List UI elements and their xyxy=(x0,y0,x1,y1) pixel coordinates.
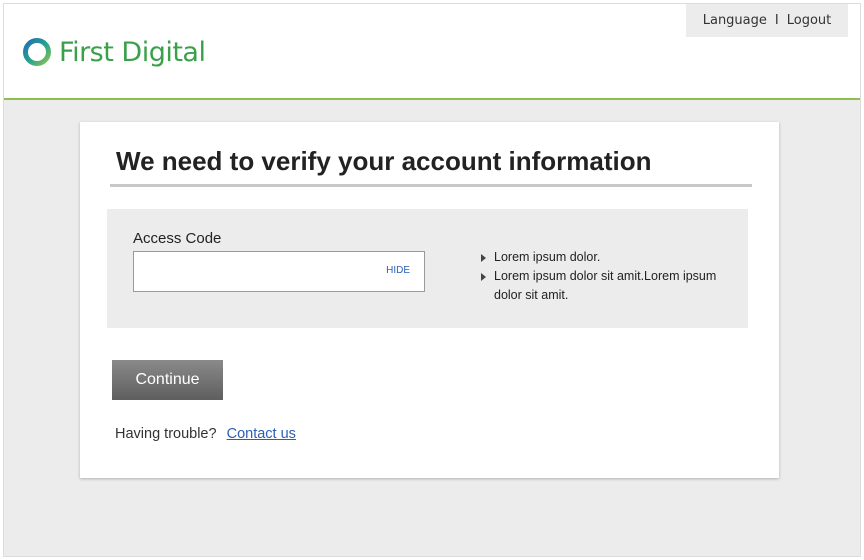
logo-ring-icon xyxy=(23,38,51,66)
continue-button[interactable]: Continue xyxy=(112,360,223,400)
tip-text: Lorem ipsum dolor. xyxy=(494,250,601,264)
contact-us-link[interactable]: Contact us xyxy=(227,426,296,442)
bullet-triangle-icon xyxy=(481,273,486,281)
list-item: Lorem ipsum dolor. xyxy=(480,248,720,267)
title-divider xyxy=(110,184,752,187)
hide-toggle-button[interactable]: HIDE xyxy=(386,265,410,276)
tip-text: Lorem ipsum dolor sit amit.Lorem ipsum d… xyxy=(494,269,717,302)
bullet-triangle-icon xyxy=(481,254,486,262)
language-link[interactable]: Language xyxy=(703,13,767,28)
page-frame: First Digital Language I Logout We need … xyxy=(3,3,861,557)
verification-card: We need to verify your account informati… xyxy=(80,122,779,478)
help-line: Having trouble? Contact us xyxy=(115,426,296,442)
logout-link[interactable]: Logout xyxy=(787,13,832,28)
list-item: Lorem ipsum dolor sit amit.Lorem ipsum d… xyxy=(480,267,720,305)
trouble-text: Having trouble? xyxy=(115,426,217,442)
site-header: First Digital Language I Logout xyxy=(4,4,860,100)
page-title: We need to verify your account informati… xyxy=(116,146,652,176)
brand-logo[interactable]: First Digital xyxy=(22,32,206,72)
access-code-panel: Access Code HIDE Lorem ipsum dolor. Lore… xyxy=(107,209,748,328)
access-code-field: HIDE xyxy=(133,251,425,292)
access-code-input[interactable] xyxy=(134,252,374,291)
nav-separator: I xyxy=(774,13,779,28)
top-nav: Language I Logout xyxy=(686,4,848,37)
brand-name: First Digital xyxy=(59,36,206,68)
access-code-label: Access Code xyxy=(133,230,222,247)
tips-list: Lorem ipsum dolor. Lorem ipsum dolor sit… xyxy=(480,248,720,305)
